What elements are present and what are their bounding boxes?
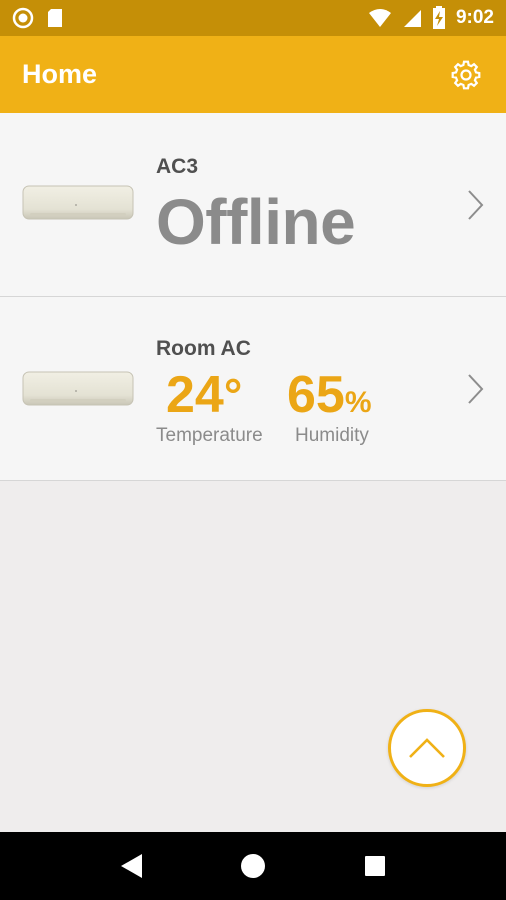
- home-button[interactable]: [233, 846, 273, 886]
- page-title: Home: [22, 59, 98, 89]
- device-card-ac3[interactable]: AC3 Offline: [0, 113, 506, 297]
- air-conditioner-image: [22, 185, 134, 220]
- air-conditioner-image: [22, 371, 134, 406]
- record-icon: [12, 7, 34, 29]
- humidity-value: 65: [287, 366, 345, 424]
- sd-card-icon: [48, 9, 62, 27]
- device-list: AC3 Offline Room AC 24° Temperature 65% …: [0, 113, 506, 481]
- wifi-icon: [368, 9, 391, 27]
- chevron-right-icon: [468, 374, 484, 404]
- humidity-unit: %: [344, 386, 372, 419]
- scroll-up-button[interactable]: [388, 709, 466, 787]
- status-text: Offline: [156, 186, 356, 258]
- temperature-label: Temperature: [156, 425, 263, 446]
- humidity-metric: 65% Humidity: [287, 367, 372, 447]
- temperature-unit: °: [223, 369, 243, 421]
- back-button[interactable]: [111, 846, 151, 886]
- temperature-reading: 24°: [156, 367, 263, 423]
- recents-icon: [365, 856, 385, 876]
- home-icon: [241, 854, 265, 878]
- app-bar: Home: [0, 36, 506, 113]
- recents-button[interactable]: [355, 846, 395, 886]
- humidity-reading: 65%: [287, 367, 372, 423]
- humidity-label: Humidity: [295, 425, 369, 446]
- chevron-right-icon: [468, 190, 484, 220]
- status-right: 9:02: [368, 6, 494, 30]
- signal-icon: [403, 10, 421, 27]
- settings-button[interactable]: [448, 57, 484, 93]
- device-card-room-ac[interactable]: Room AC 24° Temperature 65% Humidity: [0, 297, 506, 481]
- device-name: AC3: [156, 155, 199, 178]
- battery-charging-icon: [432, 6, 445, 29]
- back-icon: [121, 854, 142, 878]
- temperature-metric: 24° Temperature: [156, 367, 263, 447]
- gear-icon: [451, 60, 481, 89]
- temperature-value: 24: [166, 366, 224, 424]
- status-time: 9:02: [455, 7, 494, 28]
- navigation-bar: [0, 832, 506, 900]
- device-name: Room AC: [156, 337, 251, 360]
- status-bar: 9:02: [0, 0, 506, 36]
- chevron-up-icon: [409, 738, 445, 758]
- status-left: [12, 7, 64, 29]
